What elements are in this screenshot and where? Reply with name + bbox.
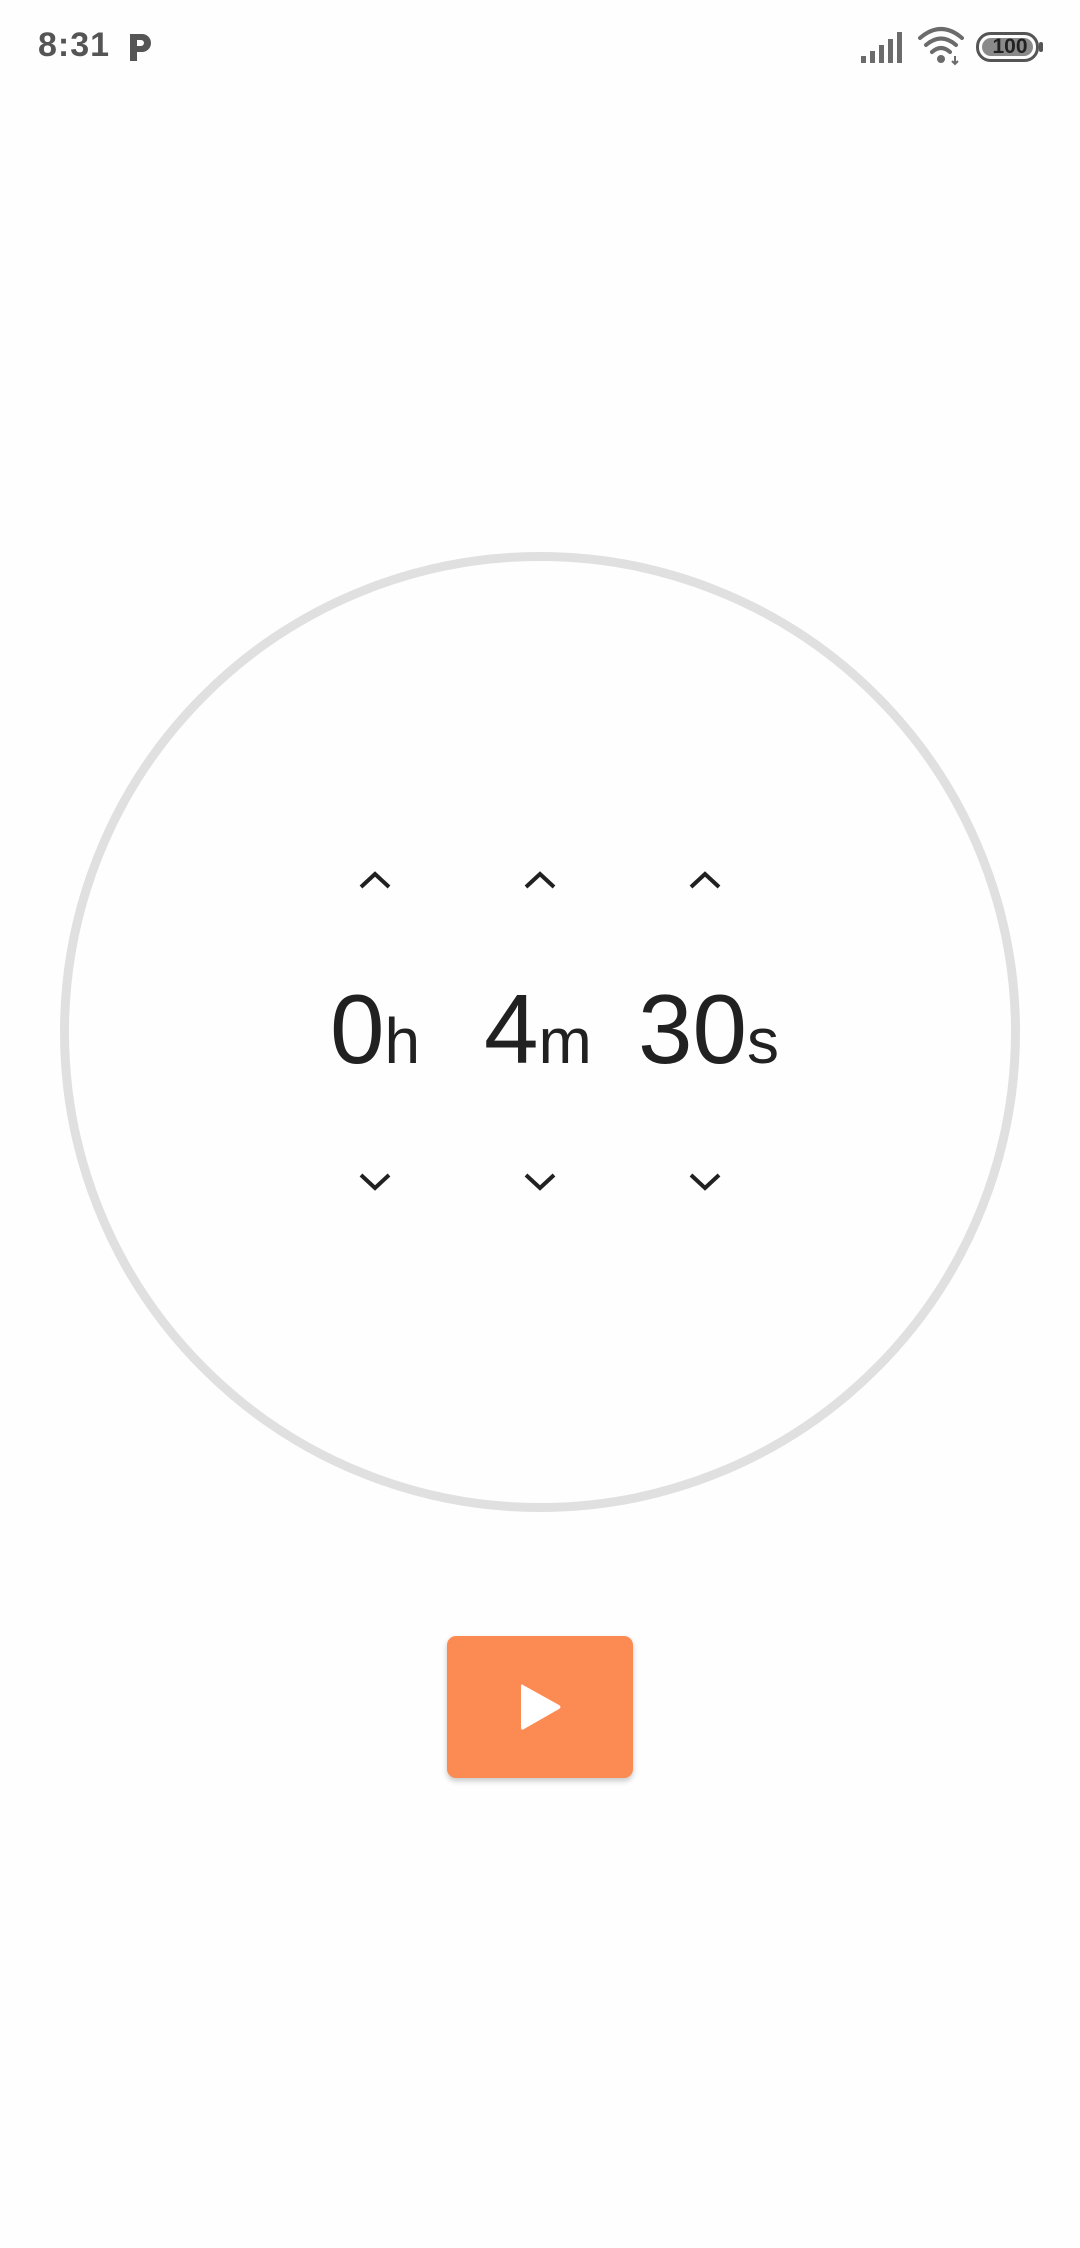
battery-level-text: 100: [992, 35, 1028, 58]
seconds-decrement-button[interactable]: [660, 1152, 750, 1212]
chevron-down-icon: [524, 1173, 556, 1191]
chevron-up-icon: [359, 871, 391, 889]
timer-screen: 8:31 100 0h 4m 30s: [0, 0, 1080, 2248]
chevron-down-icon: [689, 1173, 721, 1191]
minutes-unit: m: [538, 1005, 592, 1077]
seconds-unit: s: [747, 1005, 780, 1077]
cell-signal-icon: [861, 32, 902, 63]
hours-increment-button[interactable]: [330, 850, 420, 910]
chevron-up-icon: [524, 871, 556, 889]
wifi-icon: [918, 27, 964, 66]
start-timer-button[interactable]: [447, 1636, 633, 1778]
status-bar: 8:31 100: [0, 0, 1080, 96]
minutes-decrement-button[interactable]: [495, 1152, 585, 1212]
minutes-value: 4m: [484, 980, 592, 1078]
status-time: 8:31: [38, 26, 111, 64]
seconds-number: 30: [638, 974, 748, 1084]
seconds-increment-button[interactable]: [660, 850, 750, 910]
minutes-increment-button[interactable]: [495, 850, 585, 910]
hours-unit: h: [384, 1005, 421, 1077]
hours-value: 0h: [330, 980, 420, 1078]
seconds-value: 30s: [638, 980, 779, 1078]
p-app-icon: [130, 34, 151, 61]
hours-number: 0: [330, 974, 385, 1084]
chevron-down-icon: [359, 1173, 391, 1191]
minutes-number: 4: [484, 974, 539, 1084]
play-icon: [521, 1684, 561, 1730]
hours-decrement-button[interactable]: [330, 1152, 420, 1212]
chevron-up-icon: [689, 871, 721, 889]
